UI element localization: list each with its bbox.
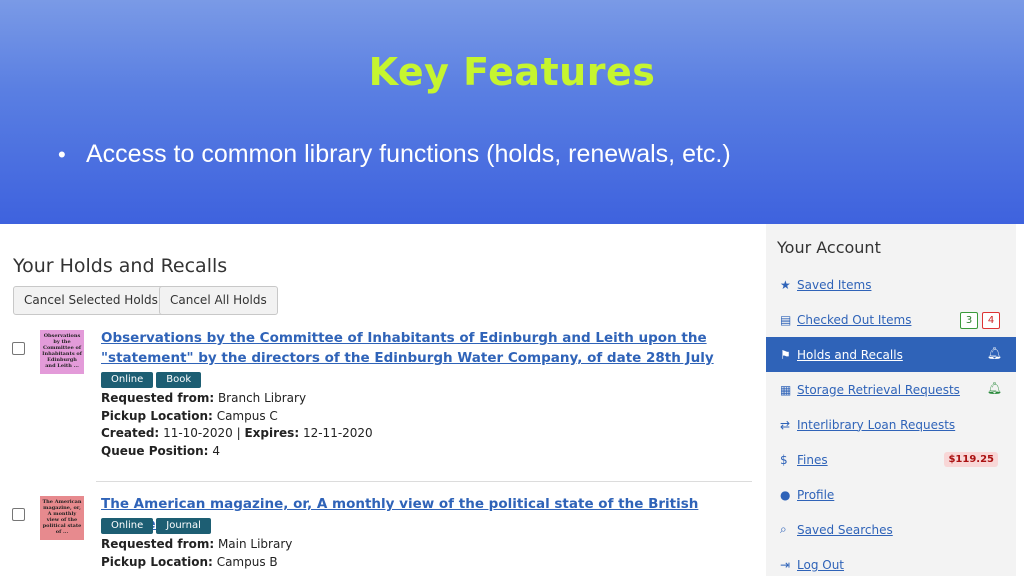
created-label: Created: (101, 426, 160, 441)
checked-out-overdue-count: 4 (982, 312, 1000, 329)
sidebar-item-checked-out[interactable]: ▤ Checked Out Items 3 4 (766, 302, 1016, 337)
hold-checkbox[interactable] (12, 342, 25, 355)
exchange-icon: ⇄ (780, 417, 791, 432)
cancel-selected-holds-button[interactable]: Cancel Selected Holds (13, 286, 169, 315)
sidebar-item-profile[interactable]: ● Profile (766, 477, 1016, 512)
sidebar-item-saved-items[interactable]: ★ Saved Items (766, 267, 1016, 302)
requested-from-label: Requested from: (101, 537, 215, 551)
fines-amount-badge: $119.25 (944, 452, 998, 467)
sidebar-item-ill-requests[interactable]: ⇄ Interlibrary Loan Requests (766, 407, 1016, 442)
slide-bullet: • Access to common library functions (hol… (58, 140, 731, 169)
archive-icon: ▦ (780, 382, 792, 397)
bell-icon: 🔔︎ (986, 381, 1002, 395)
bell-icon: 🔔︎ (986, 346, 1002, 360)
sidebar-item-label: Log Out (797, 557, 845, 572)
star-icon: ★ (780, 277, 791, 292)
sidebar-item-label: Interlibrary Loan Requests (797, 417, 956, 432)
cover-thumbnail[interactable]: Observations by the Committee of Inhabit… (40, 330, 84, 374)
holds-main: Your Holds and Recalls Cancel Selected H… (0, 224, 756, 576)
hold-details: Requested from: Main Library Pickup Loca… (101, 536, 292, 571)
requested-from-value: Branch Library (217, 391, 307, 405)
bullet-text: Access to common library functions (hold… (86, 140, 731, 168)
requested-from-label: Requested from: (101, 391, 215, 405)
sidebar-item-label: Checked Out Items (797, 312, 912, 327)
format-badges: Online Journal (101, 518, 211, 534)
sidebar-item-holds[interactable]: ⚑ Holds and Recalls 🔔︎ (766, 337, 1016, 372)
search-icon: ⌕ (780, 522, 787, 536)
user-icon: ● (780, 487, 791, 502)
flag-icon: ⚑ (780, 347, 791, 362)
sidebar-item-label: Saved Searches (797, 522, 893, 537)
sign-out-icon: ⇥ (780, 557, 791, 572)
pickup-value: Campus C (216, 408, 278, 423)
requested-from-value: Main Library (217, 537, 293, 551)
sidebar-title: Your Account (777, 238, 881, 257)
dollar-icon: $ (780, 452, 788, 467)
hold-checkbox[interactable] (12, 508, 25, 521)
sidebar-item-saved-searches[interactable]: ⌕ Saved Searches (766, 512, 1016, 547)
queue-value: 4 (212, 444, 220, 459)
pickup-label: Pickup Location: (101, 408, 213, 423)
book-icon: ▤ (780, 312, 792, 327)
dates-row: Created: 11-10-2020 | Expires: 12-11-202… (101, 426, 373, 441)
cancel-all-holds-button[interactable]: Cancel All Holds (159, 286, 278, 315)
checked-out-ok-count: 3 (960, 312, 978, 329)
expires-label: Expires: (244, 426, 300, 441)
format-badge: Online (101, 372, 154, 388)
format-badge: Journal (156, 518, 211, 534)
hold-details: Requested from: Branch Library Pickup Lo… (101, 390, 373, 461)
slide-header: Key Features • Access to common library f… (0, 0, 1024, 224)
queue-row: Queue Position: 4 (101, 443, 373, 461)
format-badges: Online Book (101, 372, 202, 388)
divider (96, 481, 752, 482)
sidebar-item-label: Holds and Recalls (797, 347, 903, 362)
sidebar-item-label: Saved Items (797, 277, 872, 292)
pickup-value: Campus B (216, 554, 278, 569)
pickup-row: Pickup Location: Campus B (101, 554, 292, 572)
sidebar-item-label: Fines (797, 452, 828, 467)
sidebar-item-label: Storage Retrieval Requests (797, 382, 960, 397)
queue-label: Queue Position: (101, 444, 209, 459)
requested-from-row: Requested from: Main Library (101, 536, 292, 554)
bullet-dot: • (58, 142, 66, 167)
sidebar-item-log-out[interactable]: ⇥ Log Out (766, 547, 1016, 576)
expires-value: 12-11-2020 (302, 426, 373, 441)
created-value: 11-10-2020 (163, 426, 233, 441)
pickup-label: Pickup Location: (101, 554, 213, 569)
page-title: Your Holds and Recalls (13, 255, 228, 277)
slide-title: Key Features (368, 50, 656, 94)
account-sidebar: Your Account ★ Saved Items ▤ Checked Out I… (766, 224, 1016, 576)
pickup-row: Pickup Location: Campus C (101, 408, 373, 426)
sidebar-item-label: Profile (797, 487, 835, 502)
sidebar-item-fines[interactable]: $ Fines $119.25 (766, 442, 1016, 477)
sidebar-item-storage-retrieval[interactable]: ▦ Storage Retrieval Requests 🔔︎ (766, 372, 1016, 407)
format-badge: Book (156, 372, 202, 388)
format-badge: Online (101, 518, 154, 534)
requested-from-row: Requested from: Branch Library (101, 390, 373, 408)
cover-thumbnail[interactable]: The American magazine, or, A monthly vie… (40, 496, 84, 540)
